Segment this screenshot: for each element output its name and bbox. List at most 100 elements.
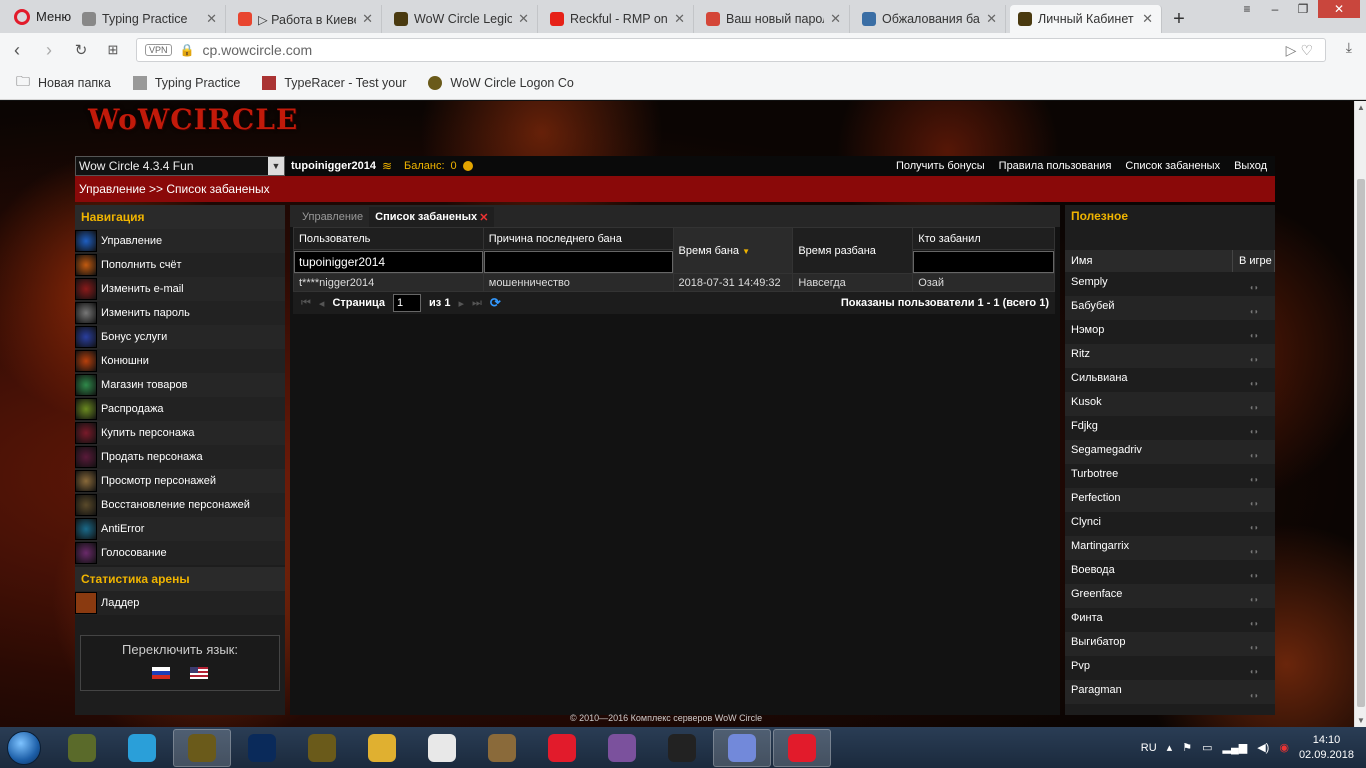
browser-tab[interactable]: Typing Practice ✕ (74, 5, 226, 33)
browser-tab[interactable]: ▷ Работа в Киеве ✕ (230, 5, 382, 33)
taskbar-app[interactable] (173, 728, 231, 767)
taskbar-app[interactable] (353, 729, 411, 767)
sidebar-item[interactable]: Голосование (75, 541, 285, 565)
player-row[interactable]: Martingarrix ◖◗ (1065, 536, 1275, 560)
tray-arrow-icon[interactable]: ▴ (1167, 741, 1173, 754)
battery-icon[interactable]: ▭ (1202, 741, 1212, 754)
taskbar-app[interactable] (713, 728, 771, 767)
taskbar-app[interactable] (533, 729, 591, 767)
download-icon[interactable]: ⤓ (1346, 39, 1352, 56)
col-banned-by[interactable]: Кто забанил (912, 227, 1055, 250)
player-row[interactable]: Fdjkg ◖◗ (1065, 416, 1275, 440)
taskbar-app[interactable] (473, 729, 531, 767)
bookmark-folder[interactable]: 🗀 Новая папка (16, 71, 111, 95)
tab-banlist[interactable]: Список забаненых ✕ (369, 207, 495, 227)
sidebar-item[interactable]: Управление (75, 229, 285, 253)
reload-icon[interactable]: ↻ (74, 41, 88, 59)
taskbar-app[interactable] (293, 729, 351, 767)
url-field[interactable]: VPN 🔒 cp.wowcircle.com ▷♡ (136, 38, 1326, 62)
close-tab-icon[interactable]: ✕ (518, 11, 529, 27)
player-row[interactable]: Paragman ◖◗ (1065, 680, 1275, 704)
player-row[interactable]: Выгибатор ◖◗ (1065, 632, 1275, 656)
taskbar-app[interactable] (413, 729, 471, 767)
tab-management[interactable]: Управление (296, 207, 369, 227)
sidebar-item[interactable]: Просмотр персонажей (75, 469, 285, 493)
sidebar-item[interactable]: Распродажа (75, 397, 285, 421)
close-tab-icon[interactable]: ✕ (674, 11, 685, 27)
taskbar-app[interactable] (773, 728, 831, 767)
taskbar-app[interactable] (233, 729, 291, 767)
lock-icon[interactable]: 🔒 (180, 43, 195, 57)
sidebar-item[interactable]: Магазин товаров (75, 373, 285, 397)
prev-page-icon[interactable]: ◂ (319, 297, 325, 310)
antivirus-icon[interactable]: ◉ (1279, 741, 1289, 754)
player-row[interactable]: Semply ◖◗ (1065, 272, 1275, 296)
taskbar-app[interactable] (653, 729, 711, 767)
close-tab-icon[interactable]: ✕ (479, 211, 488, 224)
chevron-down-icon[interactable]: ▼ (268, 157, 284, 175)
reason-filter-input[interactable] (483, 250, 673, 273)
user-filter-input[interactable] (294, 250, 483, 273)
sidebar-item[interactable]: Изменить e-mail (75, 277, 285, 301)
player-row[interactable]: Greenface ◖◗ (1065, 584, 1275, 608)
network-icon[interactable]: ▂▄▆ (1222, 741, 1247, 754)
player-row[interactable]: Бабубей ◖◗ (1065, 296, 1275, 320)
sidebar-item[interactable]: Конюшни (75, 349, 285, 373)
close-tab-icon[interactable]: ✕ (986, 11, 997, 27)
col-reason[interactable]: Причина последнего бана (482, 227, 674, 250)
browser-tab[interactable]: WoW Circle Legion ✕ (386, 5, 538, 33)
close-tab-icon[interactable]: ✕ (1142, 11, 1153, 27)
maximize-button[interactable]: ❐ (1290, 0, 1316, 18)
bookmark-typing-practice[interactable]: Typing Practice (132, 76, 240, 90)
col-user[interactable]: Пользователь (293, 227, 484, 250)
first-page-icon[interactable]: ⏮ (301, 297, 311, 310)
taskbar-app[interactable] (53, 729, 111, 767)
language-indicator[interactable]: RU (1141, 742, 1157, 754)
taskbar-app[interactable] (113, 729, 171, 767)
close-tab-icon[interactable]: ✕ (206, 11, 217, 27)
minimize-button[interactable]: – (1262, 0, 1288, 18)
last-page-icon[interactable]: ⏭ (472, 297, 482, 310)
sidebar-item-ladder[interactable]: Ладдер (75, 591, 285, 615)
browser-tab[interactable]: Личный Кабинет ✕ (1010, 5, 1162, 33)
back-icon[interactable]: ‹ (10, 40, 24, 61)
bookmark-typeracer[interactable]: TypeRacer - Test your (262, 76, 406, 90)
russian-flag-icon[interactable] (152, 667, 170, 679)
player-row[interactable]: Финта ◖◗ (1065, 608, 1275, 632)
table-row[interactable]: t****nigger2014 мошенничество 2018-07-31… (293, 273, 1055, 292)
rules-link[interactable]: Правила пользования (999, 160, 1112, 172)
banlist-link[interactable]: Список забаненых (1125, 160, 1220, 172)
logout-link[interactable]: Выход (1234, 160, 1267, 172)
player-row[interactable]: Perfection ◖◗ (1065, 488, 1275, 512)
sidebar-item[interactable]: Пополнить счёт (75, 253, 285, 277)
refresh-icon[interactable]: ⟳ (490, 295, 501, 311)
sidebar-item[interactable]: Бонус услуги (75, 325, 285, 349)
player-row[interactable]: Нэмор ◖◗ (1065, 320, 1275, 344)
player-row[interactable]: Сильвиана ◖◗ (1065, 368, 1275, 392)
wowcircle-logo[interactable]: WoWCIRCLE (88, 103, 298, 136)
realm-select[interactable]: Wow Circle 4.3.4 Fun ▼ (75, 156, 285, 176)
player-row[interactable]: Ritz ◖◗ (1065, 344, 1275, 368)
player-row[interactable]: Kusok ◖◗ (1065, 392, 1275, 416)
col-unban-time[interactable]: Время разбана (792, 227, 914, 274)
start-button[interactable] (0, 728, 48, 768)
forward-icon[interactable]: › (42, 40, 56, 61)
sidebar-item[interactable]: Купить персонажа (75, 421, 285, 445)
sidebar-item[interactable]: Восстановление персонажей (75, 493, 285, 517)
next-page-icon[interactable]: ▸ (458, 297, 464, 310)
sidebar-item[interactable]: AntiError (75, 517, 285, 541)
flag-icon[interactable]: ⚑ (1182, 741, 1192, 754)
sidebar-item[interactable]: Продать персонажа (75, 445, 285, 469)
taskbar-app[interactable] (593, 729, 651, 767)
browser-tab[interactable]: Ваш новый пароль✕ (698, 5, 850, 33)
player-row[interactable]: Clynci ◖◗ (1065, 512, 1275, 536)
new-tab-button[interactable]: + (1166, 5, 1192, 33)
page-input[interactable] (393, 294, 422, 312)
sidebar-item[interactable]: Изменить пароль (75, 301, 285, 325)
scroll-up-icon[interactable]: ▲ (1357, 103, 1365, 112)
vpn-badge[interactable]: VPN (145, 44, 172, 56)
opera-menu-button[interactable]: Меню (4, 0, 74, 33)
speed-dial-icon[interactable]: ⊞ (106, 42, 120, 58)
page-scrollbar[interactable]: ▲ ▼ (1354, 101, 1366, 727)
scroll-down-icon[interactable]: ▼ (1357, 716, 1365, 725)
